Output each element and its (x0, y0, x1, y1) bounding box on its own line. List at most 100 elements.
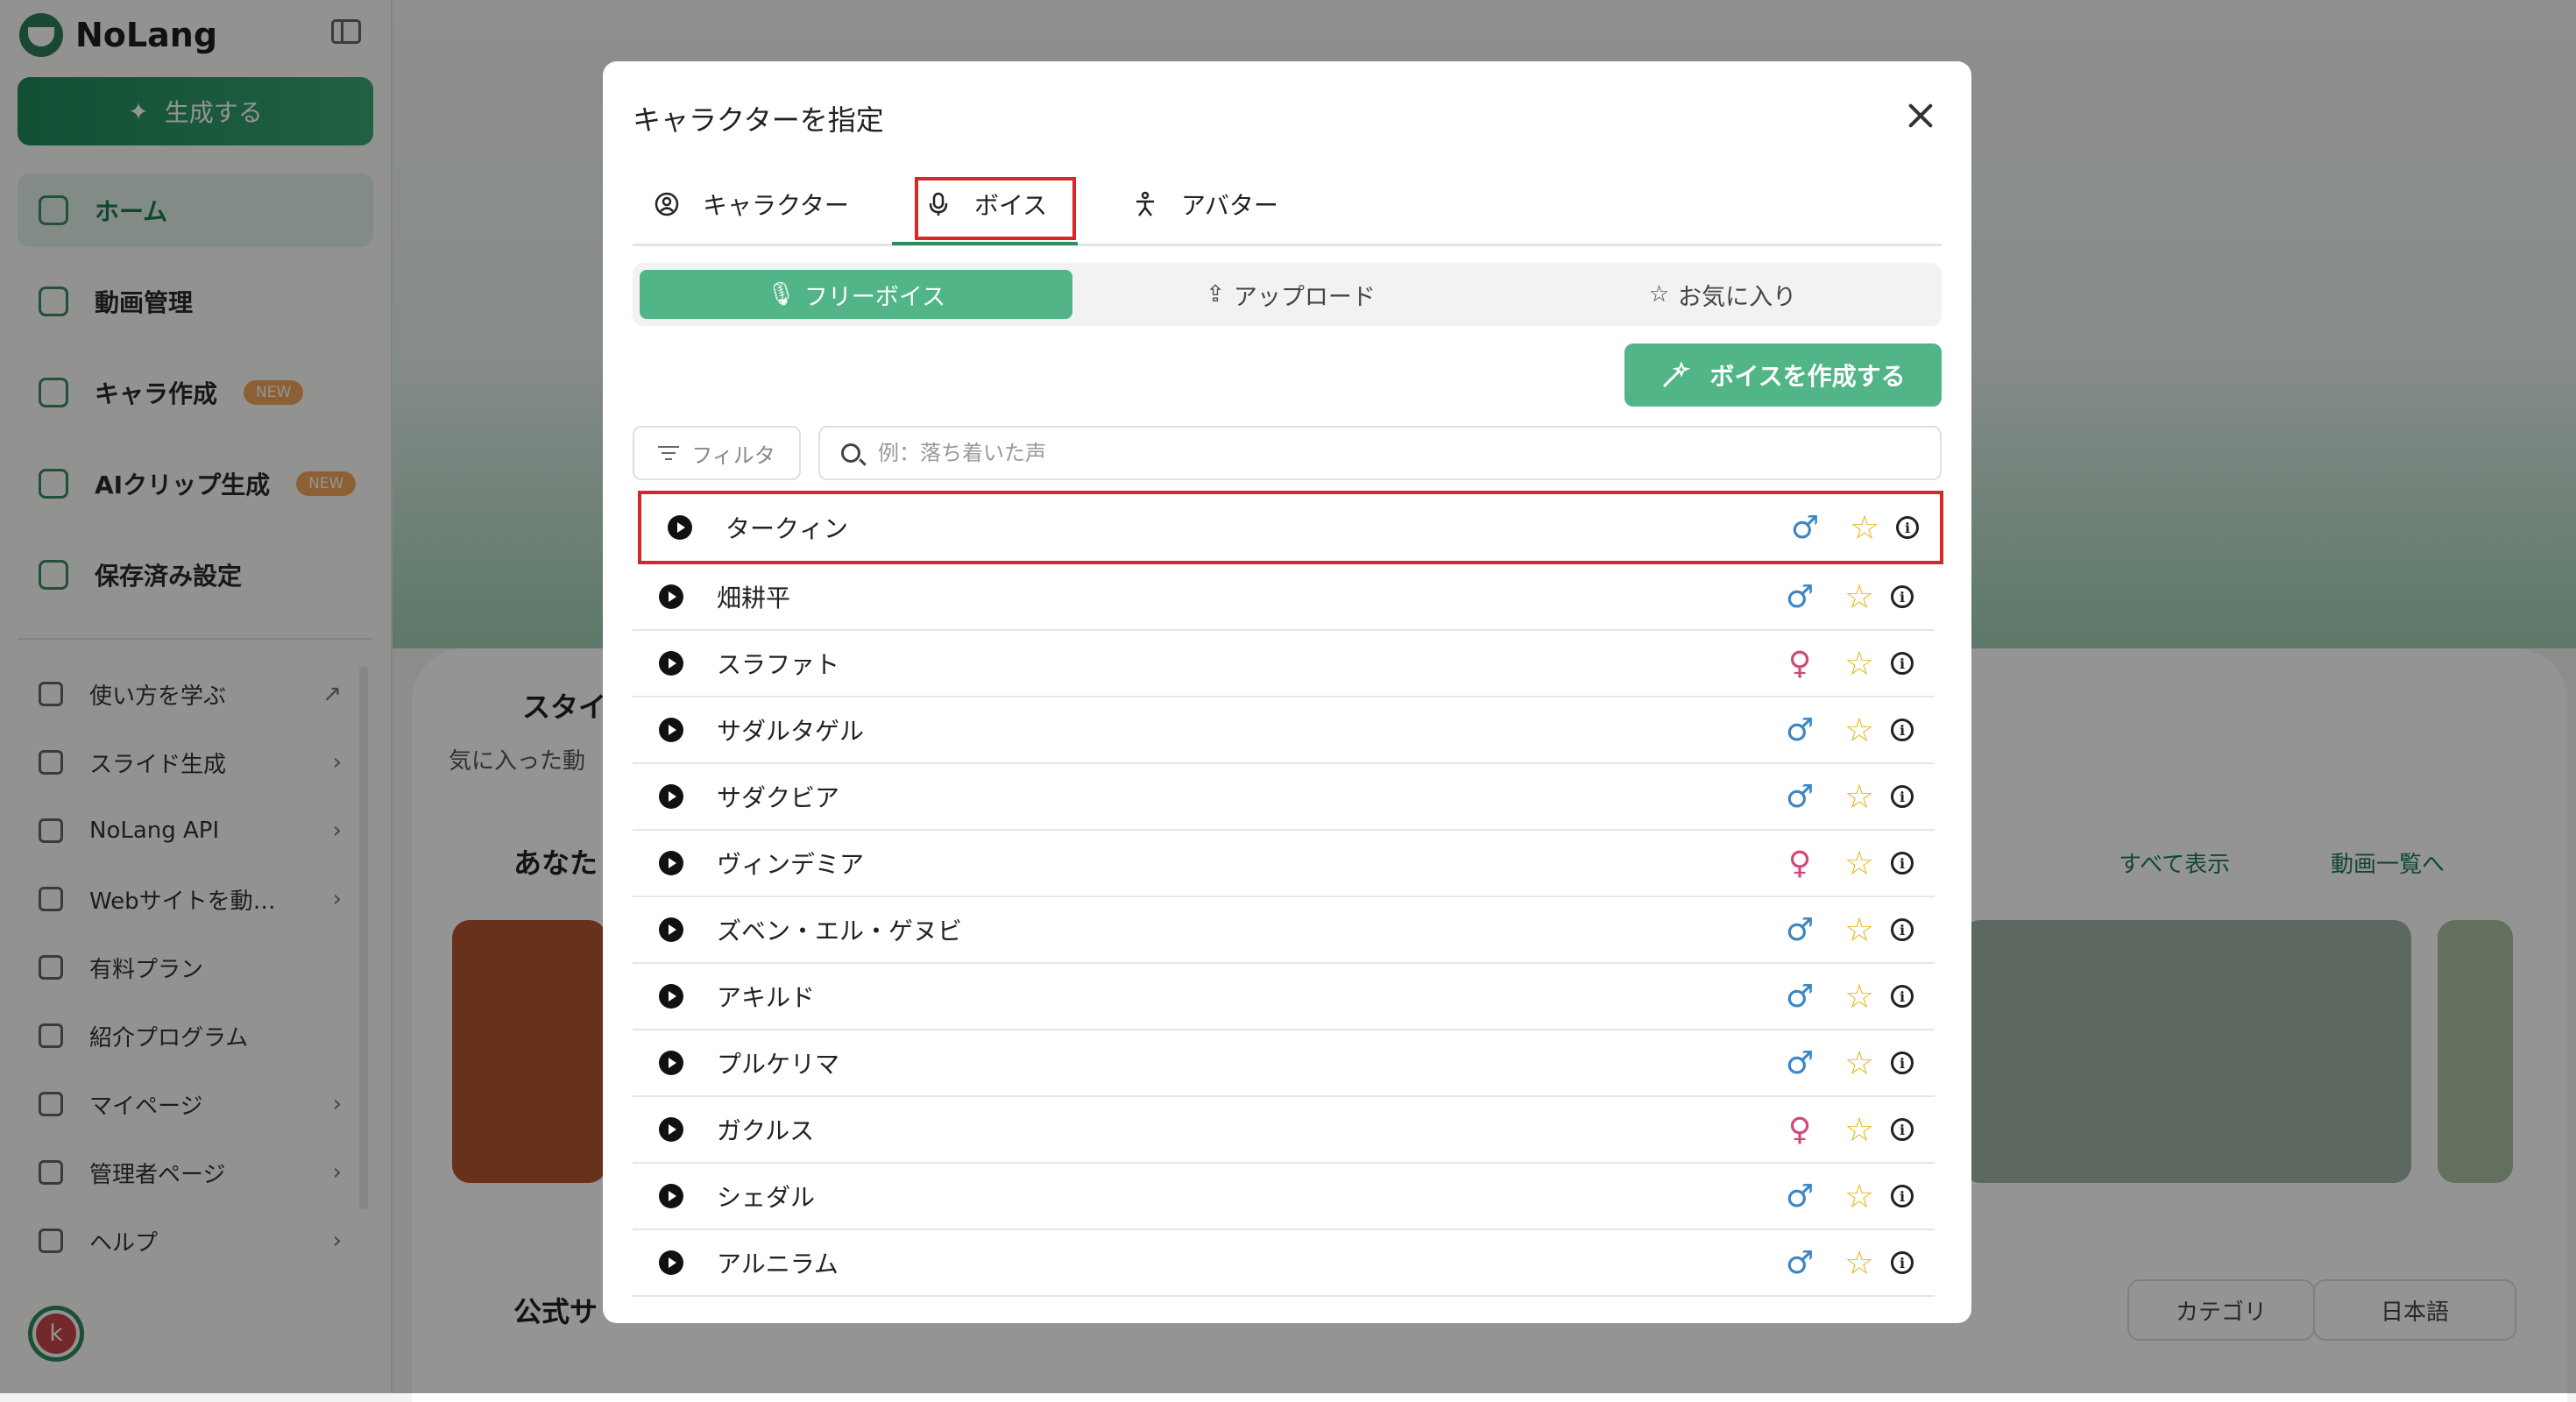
voice-name: プルケリマ (717, 1050, 840, 1079)
close-icon[interactable] (1903, 98, 1938, 133)
segment-label: フリーボイス (803, 283, 946, 311)
play-icon[interactable] (659, 1184, 683, 1208)
voice-row[interactable]: シェダル ♂ ☆ i (633, 1164, 1935, 1230)
voice-name: ズベン・エル・ゲヌビ (717, 917, 963, 945)
voice-row[interactable]: タークィン ♂ ☆ i (638, 491, 1943, 564)
dialog-title: キャラクターを指定 (633, 103, 884, 137)
female-icon: ♀ (1787, 645, 1812, 682)
info-icon[interactable]: i (1891, 1251, 1914, 1274)
voice-list: タークィン ♂ ☆ i 畑耕平 ♂ ☆ i スラファト ♀ ☆ i サダルタゲル ♂ ☆ i サダクビア ♂ ☆ i ヴ… (633, 491, 1943, 1297)
voice-name: サダルタゲル (717, 717, 865, 746)
voice-row[interactable]: ズベン・エル・ゲヌビ ♂ ☆ i (633, 897, 1935, 964)
info-icon[interactable]: i (1891, 585, 1914, 608)
filter-icon (658, 446, 680, 460)
star-outline-icon: ☆ (1648, 281, 1670, 308)
search-icon (841, 443, 860, 463)
play-icon[interactable] (659, 1250, 683, 1275)
male-icon: ♂ (1785, 1178, 1815, 1214)
voice-name: サダクビア (717, 783, 840, 812)
voice-row[interactable]: サダルタゲル ♂ ☆ i (633, 697, 1935, 764)
voice-tab-highlight (915, 177, 1076, 240)
favorite-star-icon[interactable]: ☆ (1840, 644, 1879, 683)
tab-label: キャラクター (703, 191, 849, 220)
voice-row[interactable]: ガクルス ♀ ☆ i (633, 1097, 1935, 1164)
create-voice-label: ボイスを作成する (1709, 363, 1906, 390)
voice-name: ヴィンデミア (717, 850, 865, 879)
person-icon (1136, 191, 1154, 216)
info-icon[interactable]: i (1891, 852, 1914, 874)
filter-button[interactable]: フィルタ (633, 426, 801, 480)
voice-name: シェダル (717, 1183, 816, 1212)
info-icon[interactable]: i (1891, 985, 1914, 1008)
info-icon[interactable]: i (1891, 785, 1914, 808)
create-voice-button[interactable]: ボイスを作成する (1624, 343, 1942, 407)
user-circle-icon (655, 192, 679, 216)
voice-row[interactable]: アルニラム ♂ ☆ i (633, 1230, 1935, 1297)
play-icon[interactable] (659, 851, 683, 875)
favorite-star-icon[interactable]: ☆ (1840, 1243, 1879, 1282)
search-input[interactable] (876, 440, 1887, 466)
info-icon[interactable]: i (1896, 516, 1919, 539)
voice-row[interactable]: プルケリマ ♂ ☆ i (633, 1030, 1935, 1097)
segment-label: アップロード (1233, 283, 1376, 311)
play-icon[interactable] (659, 917, 683, 942)
voice-row[interactable]: サダクビア ♂ ☆ i (633, 764, 1935, 831)
male-icon: ♂ (1790, 509, 1820, 546)
dialog-tabs: キャラクター ボイス アバター (633, 165, 1942, 246)
tab-avatar[interactable]: アバター (1132, 165, 1278, 244)
play-icon[interactable] (659, 651, 683, 676)
info-icon[interactable]: i (1891, 1185, 1914, 1207)
play-icon[interactable] (659, 1051, 683, 1075)
favorite-star-icon[interactable]: ☆ (1840, 1044, 1879, 1082)
female-icon: ♀ (1787, 845, 1812, 882)
filter-label: フィルタ (691, 443, 775, 468)
favorite-star-icon[interactable]: ☆ (1840, 777, 1879, 816)
favorite-star-icon[interactable]: ☆ (1840, 1110, 1879, 1149)
voice-row[interactable]: スラファト ♀ ☆ i (633, 631, 1935, 697)
play-icon[interactable] (659, 718, 683, 742)
favorite-star-icon[interactable]: ☆ (1845, 508, 1884, 547)
voice-name: アキルド (717, 983, 816, 1012)
male-icon: ♂ (1785, 578, 1815, 615)
favorite-star-icon[interactable]: ☆ (1840, 1177, 1879, 1215)
voice-row[interactable]: 畑耕平 ♂ ☆ i (633, 564, 1935, 631)
segment-free-voice[interactable]: 🎙 フリーボイス (640, 270, 1072, 319)
voice-row[interactable]: ヴィンデミア ♀ ☆ i (633, 831, 1935, 897)
play-icon[interactable] (668, 515, 692, 540)
male-icon: ♂ (1785, 712, 1815, 748)
male-icon: ♂ (1785, 978, 1815, 1015)
info-icon[interactable]: i (1891, 719, 1914, 741)
female-icon: ♀ (1787, 1111, 1812, 1148)
favorite-star-icon[interactable]: ☆ (1840, 711, 1879, 749)
voice-name: スラファト (717, 650, 840, 679)
favorite-star-icon[interactable]: ☆ (1840, 577, 1879, 616)
favorite-star-icon[interactable]: ☆ (1840, 910, 1879, 949)
segment-favorites[interactable]: ☆ お気に入り (1509, 270, 1936, 319)
favorite-star-icon[interactable]: ☆ (1840, 844, 1879, 882)
segment-label: お気に入り (1678, 283, 1797, 311)
character-dialog: キャラクターを指定 キャラクター ボイス アバター 🎙 フリーボイス ⇪ アップ… (603, 61, 1971, 1323)
voice-name: 畑耕平 (717, 584, 791, 612)
info-icon[interactable]: i (1891, 652, 1914, 675)
favorite-star-icon[interactable]: ☆ (1840, 977, 1879, 1016)
voice-name: ガクルス (717, 1116, 815, 1145)
male-icon: ♂ (1785, 1244, 1815, 1281)
male-icon: ♂ (1785, 911, 1815, 948)
play-icon[interactable] (659, 584, 683, 609)
info-icon[interactable]: i (1891, 1118, 1914, 1141)
male-icon: ♂ (1785, 778, 1815, 815)
tab-character[interactable]: キャラクター (654, 165, 849, 244)
segment-upload[interactable]: ⇪ アップロード (1076, 270, 1505, 319)
info-icon[interactable]: i (1891, 1052, 1914, 1074)
voice-name: アルニラム (717, 1250, 839, 1278)
tab-label: アバター (1181, 191, 1278, 220)
info-icon[interactable]: i (1891, 918, 1914, 941)
magic-wand-icon (1663, 361, 1691, 388)
play-icon[interactable] (659, 784, 683, 809)
voice-search (818, 426, 1942, 480)
voice-name: タークィン (725, 514, 849, 543)
voice-row[interactable]: アキルド ♂ ☆ i (633, 964, 1935, 1030)
play-icon[interactable] (659, 1117, 683, 1142)
active-tab-indicator (892, 242, 1078, 245)
play-icon[interactable] (659, 984, 683, 1009)
